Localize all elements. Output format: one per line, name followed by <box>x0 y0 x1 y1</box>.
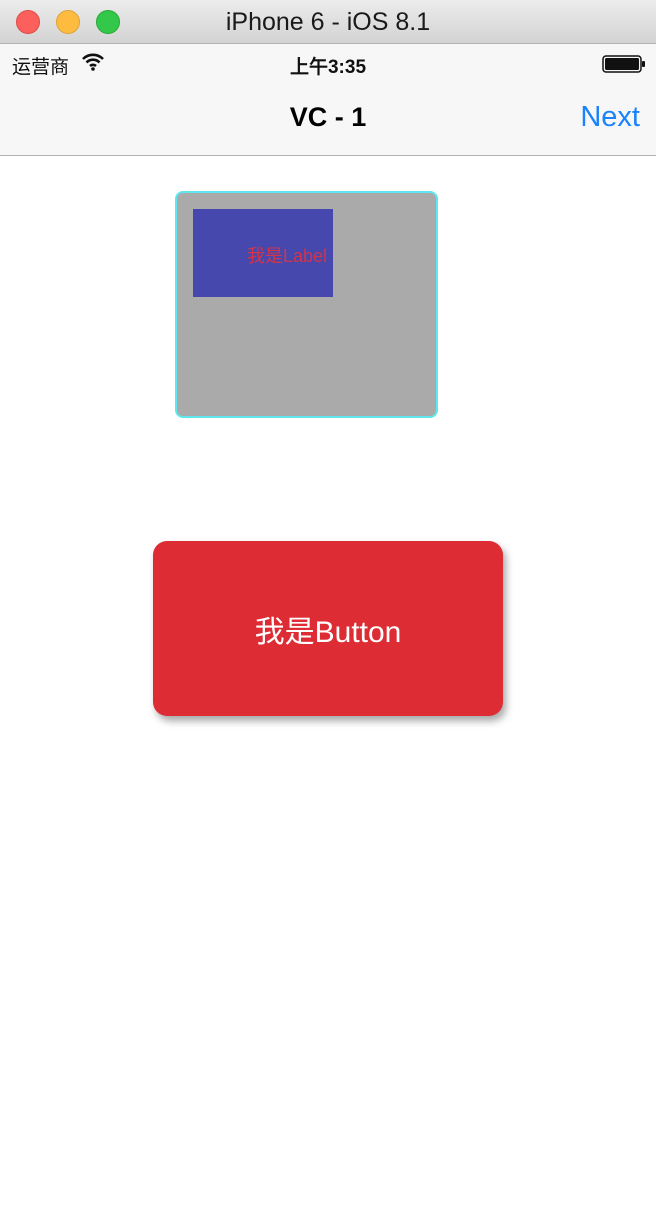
window-title: iPhone 6 - iOS 8.1 <box>225 8 431 36</box>
blue-view: 我是Label <box>193 209 333 297</box>
next-button[interactable]: Next <box>580 101 640 134</box>
navigation-bar: VC - 1 Next <box>0 84 656 156</box>
simulator-title-bar: iPhone 6 - iOS 8.1 <box>0 0 656 44</box>
label: 我是Label <box>247 246 328 266</box>
container-view: 我是Label <box>175 191 438 418</box>
battery-icon <box>602 54 646 79</box>
nav-title: VC - 1 <box>289 102 367 132</box>
status-bar: 运营商 上午3:35 <box>0 44 656 84</box>
status-time: 上午3:35 <box>289 57 367 78</box>
main-button[interactable]: 我是Button <box>153 541 503 716</box>
